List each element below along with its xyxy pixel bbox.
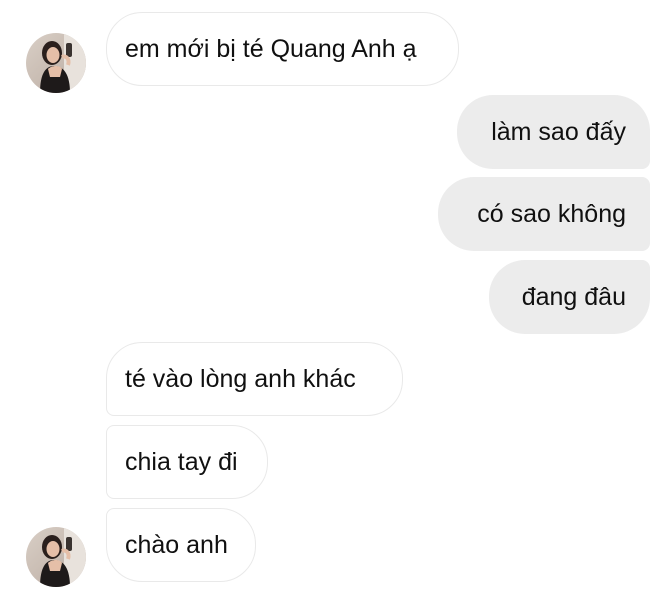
message-thread: em mới bị té Quang Anh ạ làm sao đấy có … — [0, 0, 668, 600]
message-text: chia tay đi — [125, 447, 238, 476]
contact-avatar[interactable] — [26, 33, 86, 93]
outgoing-message[interactable]: đang đâu — [489, 260, 650, 334]
message-text: làm sao đấy — [491, 117, 626, 146]
incoming-message[interactable]: em mới bị té Quang Anh ạ — [106, 12, 459, 86]
avatar-photo-icon — [26, 33, 86, 93]
message-text: em mới bị té Quang Anh ạ — [125, 34, 417, 63]
outgoing-message[interactable]: có sao không — [438, 177, 650, 251]
contact-avatar[interactable] — [26, 527, 86, 587]
message-text: chào anh — [125, 530, 228, 559]
avatar-photo-icon — [26, 527, 86, 587]
outgoing-message[interactable]: làm sao đấy — [457, 95, 650, 169]
message-text: đang đâu — [521, 282, 626, 311]
incoming-message[interactable]: chia tay đi — [106, 425, 268, 499]
message-text: có sao không — [477, 199, 626, 228]
incoming-message[interactable]: té vào lòng anh khác — [106, 342, 403, 416]
incoming-message[interactable]: chào anh — [106, 508, 256, 582]
message-text: té vào lòng anh khác — [125, 364, 356, 393]
